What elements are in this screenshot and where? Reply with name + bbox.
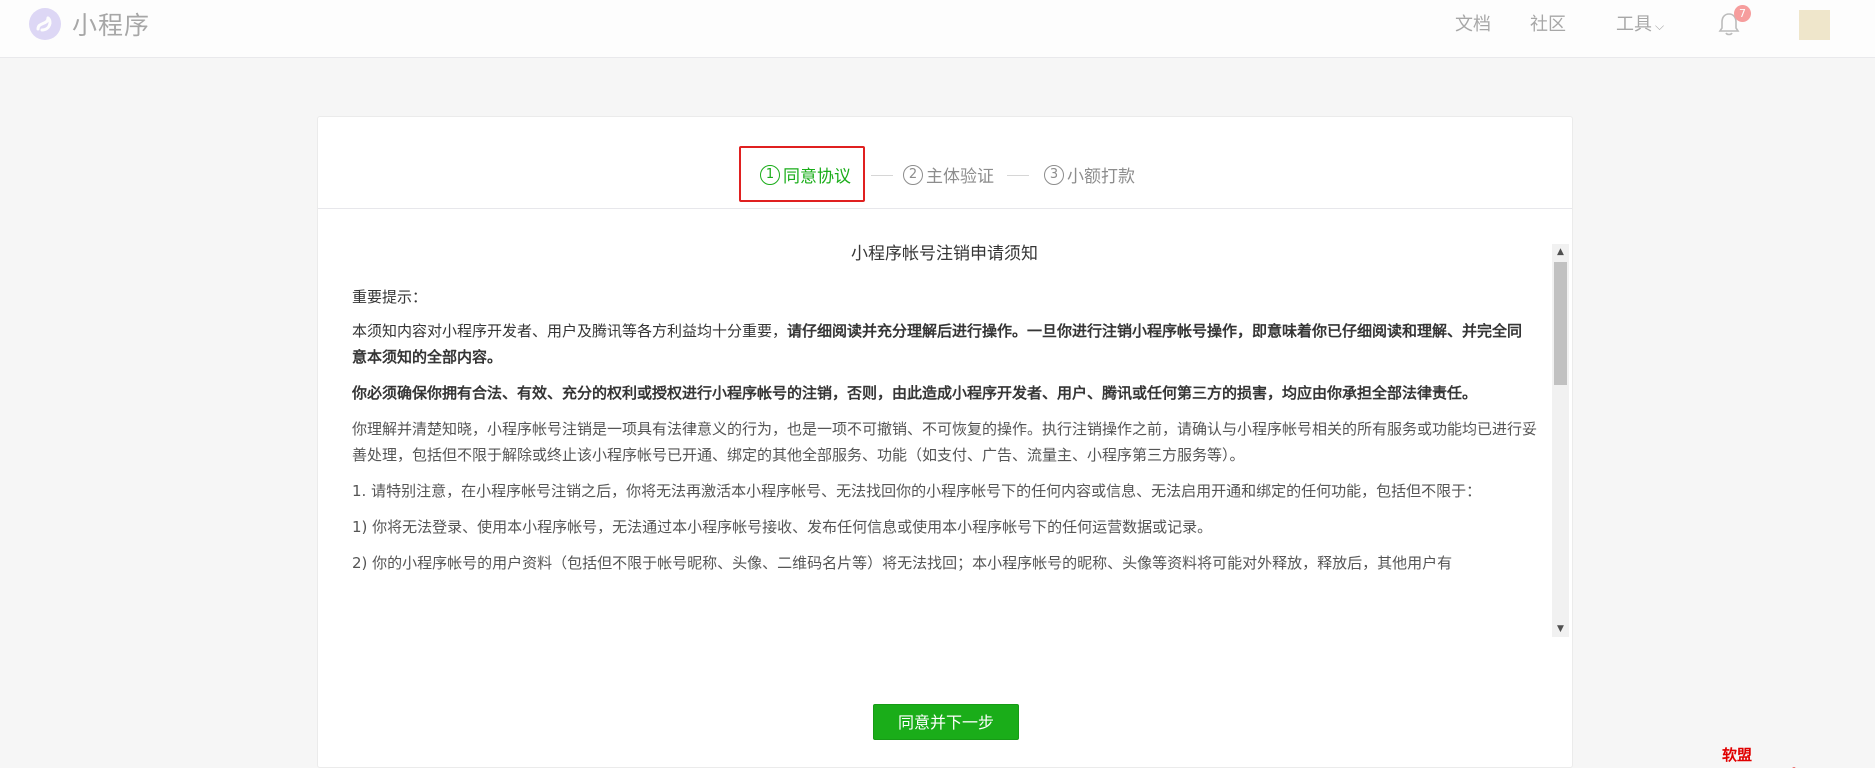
important-heading: 重要提示：	[352, 288, 428, 306]
nav-tools-menu[interactable]: 工具 ⌵	[1616, 10, 1664, 36]
notice-paragraph: 你理解并清楚知晓，小程序帐号注销是一项具有法律意义的行为，也是一项不可撤销、不可…	[352, 420, 1537, 464]
cancellation-notice-scrollarea[interactable]: 小程序帐号注销申请须知 重要提示： 本须知内容对小程序开发者、用户及腾讯等各方利…	[352, 227, 1537, 643]
notification-count-badge: 7	[1734, 5, 1751, 22]
notice-title: 小程序帐号注销申请须知	[851, 244, 1038, 264]
step-number: 1	[760, 164, 780, 185]
chevron-down-icon: ⌵	[1655, 19, 1665, 33]
step-number: 3	[1044, 164, 1064, 185]
step-label: 同意协议	[783, 167, 851, 187]
notice-paragraph: 本须知内容对小程序开发者、用户及腾讯等各方利益均十分重要，请仔细阅读并充分理解后…	[352, 318, 1537, 370]
logo[interactable]: 小程序	[28, 6, 150, 42]
nav-docs-link[interactable]: 文档	[1455, 10, 1491, 36]
agree-and-next-button[interactable]: 同意并下一步	[873, 704, 1019, 740]
step-agree-agreement: 1 同意协议	[760, 162, 851, 187]
site-watermark: 软盟www.rmbox.cn	[1722, 746, 1847, 768]
notice-text: 本须知内容对小程序开发者、用户及腾讯等各方利益均十分重要，	[352, 322, 788, 340]
step-number: 2	[903, 164, 923, 185]
nav-community-link[interactable]: 社区	[1530, 10, 1566, 36]
step-small-payment: 3 小额打款	[1044, 162, 1135, 187]
notice-paragraph: 你必须确保你拥有合法、有效、充分的权利或授权进行小程序帐号的注销，否则，由此造成…	[352, 384, 1478, 402]
user-avatar[interactable]	[1799, 10, 1830, 40]
nav-tools-label: 工具	[1616, 14, 1652, 35]
notice-paragraph: 2) 你的小程序帐号的用户资料（包括但不限于帐号昵称、头像、二维码名片等）将无法…	[352, 554, 1453, 572]
step-label: 小额打款	[1067, 167, 1135, 187]
scroll-down-arrow-icon[interactable]: ▼	[1552, 621, 1569, 637]
step-entity-verification: 2 主体验证	[903, 162, 994, 187]
notice-scrollbar[interactable]: ▲ ▼	[1552, 244, 1569, 637]
top-navigation-bar: 小程序 文档 社区 工具 ⌵ 7	[0, 0, 1875, 58]
scroll-up-arrow-icon[interactable]: ▲	[1552, 244, 1569, 260]
logo-text: 小程序	[72, 11, 151, 40]
miniprogram-logo-icon	[29, 8, 61, 40]
step-label: 主体验证	[926, 167, 994, 187]
account-cancellation-card: 1 同意协议 2 主体验证 3 小额打款 小程序帐号注销申请须知 重要提示： 本…	[317, 116, 1573, 768]
step-progress: 1 同意协议 2 主体验证 3 小额打款	[318, 117, 1572, 209]
step-divider	[871, 175, 893, 176]
notice-paragraph: 1) 你将无法登录、使用本小程序帐号，无法通过本小程序帐号接收、发布任何信息或使…	[352, 518, 1213, 536]
scrollbar-thumb[interactable]	[1554, 262, 1567, 385]
step-divider	[1007, 175, 1029, 176]
notice-paragraph: 1. 请特别注意，在小程序帐号注销之后，你将无法再激活本小程序帐号、无法找回你的…	[352, 482, 1482, 500]
